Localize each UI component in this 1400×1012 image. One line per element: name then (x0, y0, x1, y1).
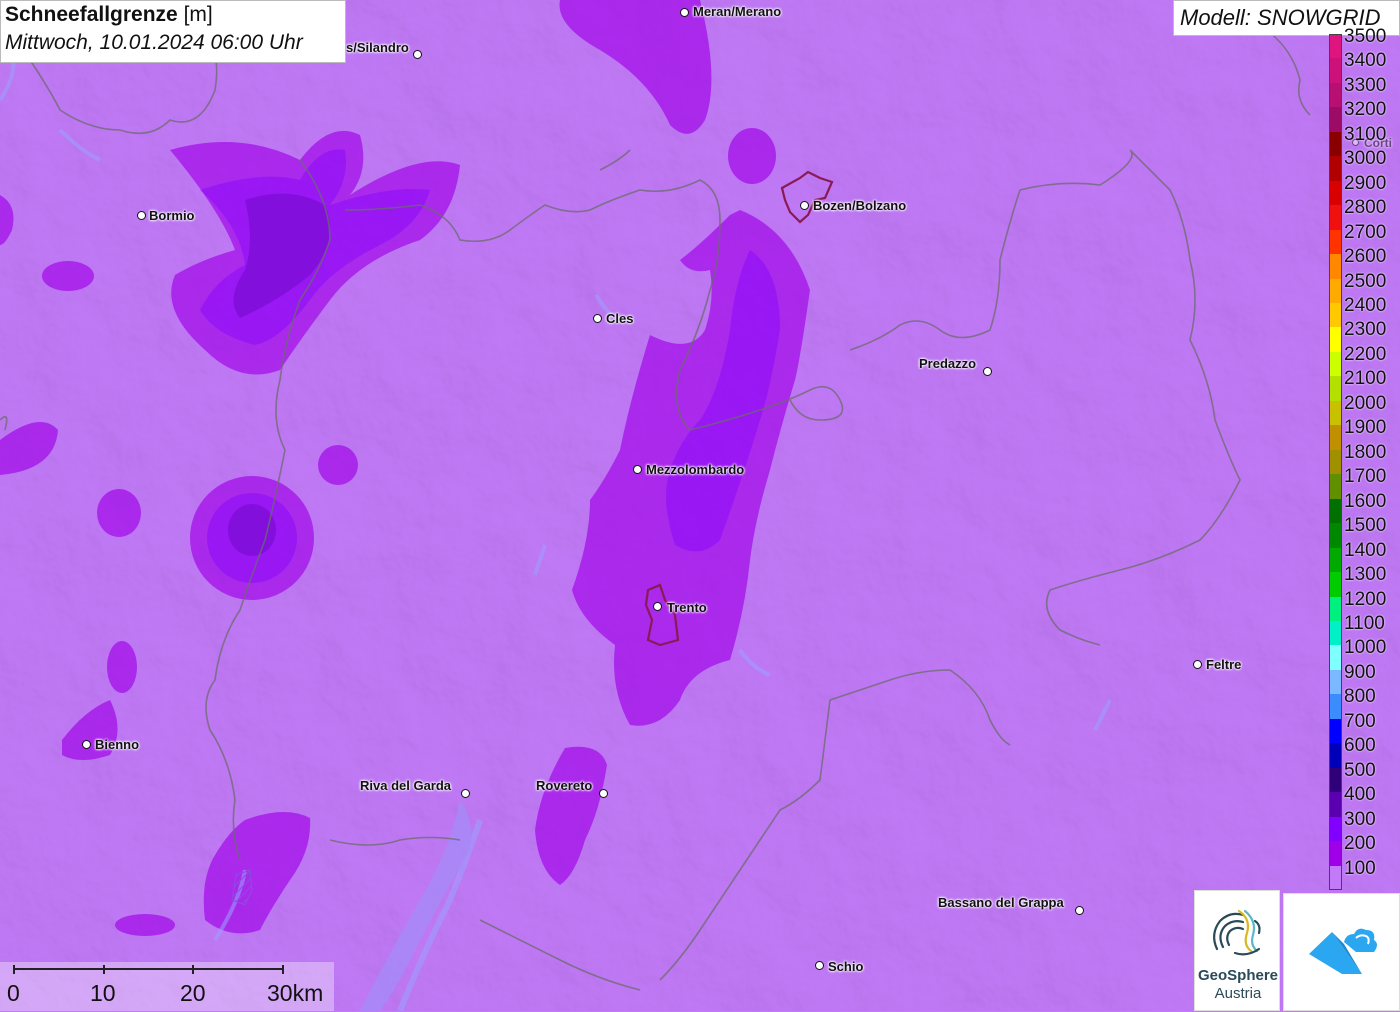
city-label-schio[interactable]: Schio (828, 959, 863, 974)
city-marker-bassano[interactable] (1075, 906, 1084, 915)
city-marker-trento[interactable] (653, 602, 662, 611)
legend-label: 100 (1344, 857, 1376, 879)
city-marker-bormio[interactable] (137, 211, 146, 220)
legend-label: 1200 (1344, 588, 1387, 610)
scale-bar: 0 10 20 30km (0, 962, 334, 1011)
mountain-cloud-icon (1309, 928, 1377, 974)
city-label-riva[interactable]: Riva del Garda (360, 778, 451, 793)
city-marker-feltre[interactable] (1193, 660, 1202, 669)
legend-label: 2100 (1344, 368, 1387, 390)
scale-label-30km: 30km (267, 980, 324, 1006)
parameter-unit: [m] (183, 3, 213, 26)
legend-label: 2700 (1344, 221, 1387, 243)
logo-text-geosphere: GeoSphere (1197, 967, 1279, 984)
forecast-datetime: Mittwoch, 10.01.2024 06:00 Uhr (5, 31, 303, 54)
legend-label: 2400 (1344, 295, 1387, 317)
scale-label-10: 10 (90, 980, 116, 1006)
city-label-silandro[interactable]: s/Silandro (346, 40, 409, 55)
parameter-name: Schneefallgrenze (5, 3, 178, 26)
color-legend: 3500 3400 3300 3200 3100 3000 2900 2800 2700 2600… (1328, 26, 1400, 890)
legend-label: 2000 (1344, 392, 1387, 414)
legend-label: 3400 (1344, 50, 1387, 72)
city-marker-meran[interactable] (680, 8, 689, 17)
legend-label: 800 (1344, 686, 1376, 708)
legend-label: 1900 (1344, 417, 1387, 439)
city-label-feltre[interactable]: Feltre (1206, 657, 1241, 672)
city-label-bormio[interactable]: Bormio (149, 208, 195, 223)
city-label-meran[interactable]: Meran/Merano (693, 4, 781, 19)
legend-label: 1300 (1344, 564, 1387, 586)
geosphere-emblem-icon (1213, 909, 1261, 956)
city-label-predazzo[interactable]: Predazzo (919, 356, 976, 371)
legend-label: 300 (1344, 808, 1376, 830)
city-marker-bozen[interactable] (800, 201, 809, 210)
legend-label: 1800 (1344, 441, 1387, 463)
city-marker-silandro[interactable] (413, 50, 422, 59)
legend-label: 2800 (1344, 197, 1387, 219)
map-title-box: Schneefallgrenze [m] Mittwoch, 10.01.202… (0, 0, 346, 63)
city-marker-mezzolombardo[interactable] (633, 465, 642, 474)
city-label-rovereto[interactable]: Rovereto (536, 778, 592, 793)
legend-frame (1329, 34, 1342, 890)
city-label-cles[interactable]: Cles (606, 311, 633, 326)
legend-label: 3000 (1344, 148, 1387, 170)
city-marker-bienno[interactable] (82, 740, 91, 749)
legend-label: 3300 (1344, 74, 1387, 96)
city-label-bozen[interactable]: Bozen/Bolzano (813, 198, 906, 213)
geosphere-austria-logo[interactable]: GeoSphere Austria (1194, 890, 1280, 1011)
city-marker-cles[interactable] (593, 314, 602, 323)
scale-label-0: 0 (7, 980, 20, 1006)
legend-label: 3100 (1344, 123, 1387, 145)
app-logo[interactable] (1283, 893, 1400, 1011)
legend-label: 3200 (1344, 99, 1387, 121)
city-marker-predazzo[interactable] (983, 367, 992, 376)
legend-label: 2200 (1344, 343, 1387, 365)
legend-label: 2500 (1344, 270, 1387, 292)
legend-label: 3500 (1344, 26, 1387, 47)
scale-label-20: 20 (180, 980, 206, 1006)
logo-text-austria: Austria (1214, 985, 1262, 1002)
legend-label: 1000 (1344, 637, 1387, 659)
legend-label: 1400 (1344, 539, 1387, 561)
legend-label: 600 (1344, 735, 1376, 757)
legend-label: 1700 (1344, 466, 1387, 488)
city-marker-riva[interactable] (461, 789, 470, 798)
legend-label: 900 (1344, 661, 1376, 683)
legend-label: 1600 (1344, 490, 1387, 512)
city-label-mezzolombardo[interactable]: Mezzolombardo (646, 462, 744, 477)
legend-label: 2300 (1344, 319, 1387, 341)
city-label-bienno[interactable]: Bienno (95, 737, 139, 752)
city-label-trento[interactable]: Trento (667, 600, 707, 615)
legend-label: 200 (1344, 833, 1376, 855)
city-marker-rovereto[interactable] (599, 789, 608, 798)
snowfall-limit-map[interactable] (0, 0, 1400, 1011)
map-title: Schneefallgrenze [m] (5, 3, 341, 27)
legend-label: 1100 (1344, 612, 1385, 634)
legend-label: 400 (1344, 784, 1376, 806)
legend-label: 500 (1344, 759, 1376, 781)
legend-label: 2600 (1344, 246, 1387, 268)
legend-label: 1500 (1344, 515, 1387, 537)
city-label-bassano[interactable]: Bassano del Grappa (938, 895, 1064, 910)
city-marker-schio[interactable] (815, 961, 824, 970)
legend-label: 700 (1344, 710, 1376, 732)
legend-label: 2900 (1344, 172, 1387, 194)
